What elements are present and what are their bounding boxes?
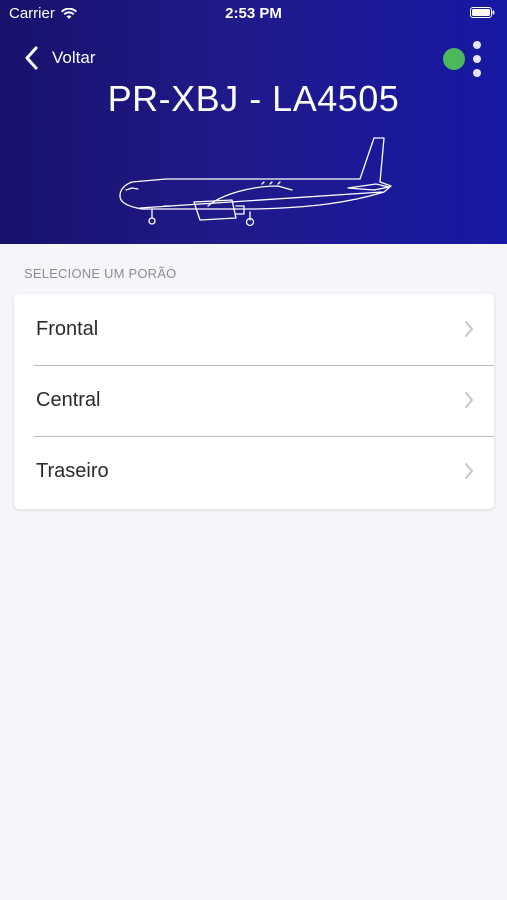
header: Carrier 2:53 PM Voltar PR-XBJ - LA4505 — [0, 0, 507, 244]
battery-icon — [470, 7, 495, 18]
hold-item-central[interactable]: Central — [14, 365, 494, 436]
chevron-right-icon — [465, 392, 473, 408]
status-bar: Carrier 2:53 PM — [0, 0, 507, 26]
chevron-left-icon — [25, 46, 38, 70]
screen: Carrier 2:53 PM Voltar PR-XBJ - LA4505 S… — [0, 0, 507, 900]
more-options-button[interactable] — [470, 41, 484, 77]
back-label: Voltar — [52, 48, 96, 67]
back-button[interactable]: Voltar — [24, 44, 95, 72]
chevron-right-icon — [465, 321, 473, 337]
hold-item-label: Frontal — [36, 318, 99, 340]
hold-item-label: Central — [36, 389, 101, 411]
hold-list: Frontal Central Traseiro — [14, 294, 494, 509]
hold-item-label: Traseiro — [36, 460, 109, 482]
section-label: SELECIONE UM PORÃO — [24, 266, 177, 281]
chevron-right-icon — [465, 463, 473, 479]
aircraft-illustration — [119, 137, 392, 227]
more-vertical-icon-dot — [473, 41, 481, 49]
more-vertical-icon-dot — [473, 69, 481, 77]
more-vertical-icon-dot — [473, 55, 481, 63]
connection-status-dot — [443, 48, 465, 70]
hold-item-frontal[interactable]: Frontal — [14, 294, 494, 365]
clock: 2:53 PM — [225, 5, 282, 22]
hold-item-traseiro[interactable]: Traseiro — [14, 436, 494, 507]
flight-title: PR-XBJ - LA4505 — [107, 78, 400, 119]
